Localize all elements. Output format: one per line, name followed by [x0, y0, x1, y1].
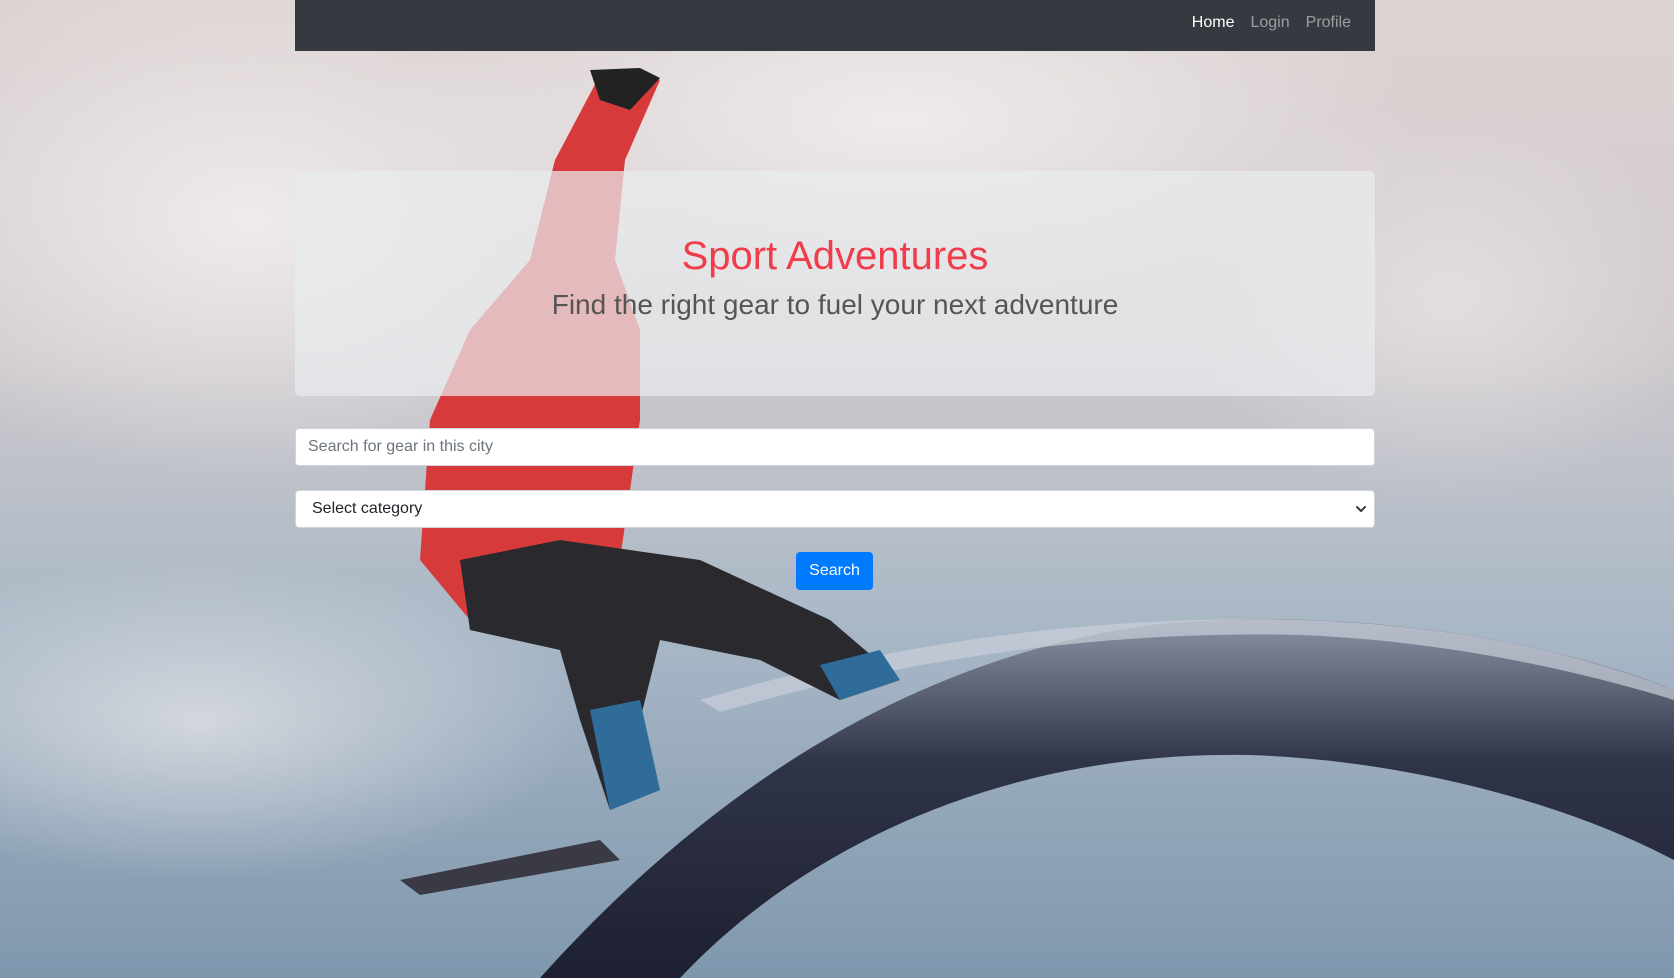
nav-links: Home Login Profile [1192, 0, 1351, 46]
gear-search-input[interactable] [295, 428, 1375, 466]
category-select[interactable]: Select category [295, 490, 1375, 528]
hero-subtitle: Find the right gear to fuel your next ad… [551, 289, 1119, 320]
nav-login-link[interactable]: Login [1250, 14, 1289, 32]
top-navbar: Home Login Profile [295, 0, 1375, 51]
search-button[interactable]: Search [796, 552, 873, 590]
nav-profile-link[interactable]: Profile [1306, 14, 1351, 32]
hero-title: Sport Adventures [681, 234, 989, 278]
chevron-down-icon [1356, 506, 1366, 512]
nav-home-link[interactable]: Home [1192, 14, 1235, 32]
hero-jumbotron: Sport Adventures Find the right gear to … [295, 171, 1375, 396]
category-select-value: Select category [312, 500, 423, 517]
background-photo [0, 0, 1674, 978]
